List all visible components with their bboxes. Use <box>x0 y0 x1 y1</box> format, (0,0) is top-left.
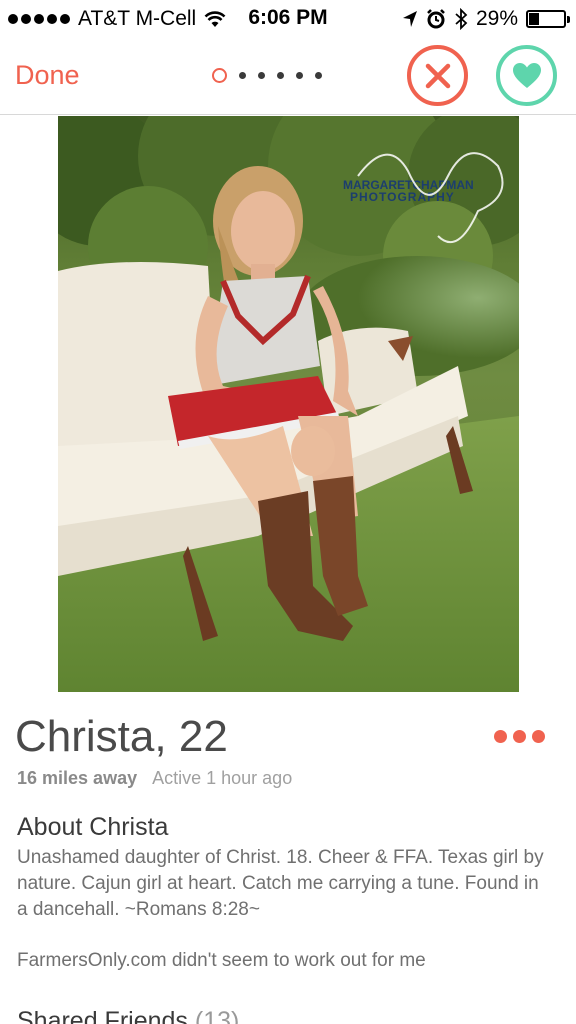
shared-friends-count: (13) <box>194 1007 240 1024</box>
status-right: 29% <box>402 7 570 31</box>
battery-percent: 29% <box>475 7 518 30</box>
alarm-icon <box>427 9 445 29</box>
shared-friends-label: Shared Friends <box>17 1007 188 1024</box>
wifi-icon <box>204 11 226 27</box>
signal-dots-icon <box>8 14 70 24</box>
like-button[interactable] <box>496 45 557 106</box>
photo-image: MARGARETCHAPMAN PHOTOGRAPHY <box>58 116 519 692</box>
heart-icon <box>512 63 541 88</box>
done-button[interactable]: Done <box>15 60 80 91</box>
active-status: Active 1 hour ago <box>152 768 293 788</box>
watermark-line2: PHOTOGRAPHY <box>350 190 455 204</box>
page-dot[interactable] <box>315 72 322 79</box>
page-dot[interactable] <box>277 72 284 79</box>
more-dot-icon <box>494 730 507 743</box>
battery-fill <box>529 13 539 25</box>
more-options-button[interactable] <box>494 730 545 743</box>
name-age-separator: , <box>154 712 167 761</box>
status-left: AT&T M-Cell <box>8 7 226 31</box>
more-dot-icon <box>513 730 526 743</box>
page-dot[interactable] <box>239 72 246 79</box>
nav-bar: Done <box>0 40 576 115</box>
bio-extra-text: FarmersOnly.com didn't seem to work out … <box>17 950 426 971</box>
page-dot-active[interactable] <box>212 68 227 83</box>
bio-text: Unashamed daughter of Christ. 18. Cheer … <box>17 847 544 920</box>
profile-name-age: Christa, 22 <box>15 712 228 762</box>
shared-friends-heading[interactable]: Shared Friends (13) <box>17 1007 239 1024</box>
page-dot[interactable] <box>296 72 303 79</box>
about-heading: About Christa <box>17 813 169 841</box>
location-arrow-icon <box>402 11 417 27</box>
status-bar: AT&T M-Cell 6:06 PM 29% <box>0 0 576 40</box>
nope-button[interactable] <box>407 45 468 106</box>
x-icon <box>425 63 450 88</box>
page-dot[interactable] <box>258 72 265 79</box>
distance-label: 16 miles away <box>17 768 138 788</box>
profile-name: Christa <box>15 712 155 761</box>
battery-icon <box>526 10 570 28</box>
profile-photo[interactable]: MARGARETCHAPMAN PHOTOGRAPHY <box>58 116 519 692</box>
profile-age: 22 <box>178 712 228 761</box>
more-dot-icon <box>532 730 545 743</box>
bluetooth-icon <box>455 8 468 30</box>
profile-meta: 16 miles away Active 1 hour ago <box>17 768 292 789</box>
carrier-name: AT&T M-Cell <box>78 7 197 30</box>
photo-page-indicator[interactable] <box>212 68 322 83</box>
